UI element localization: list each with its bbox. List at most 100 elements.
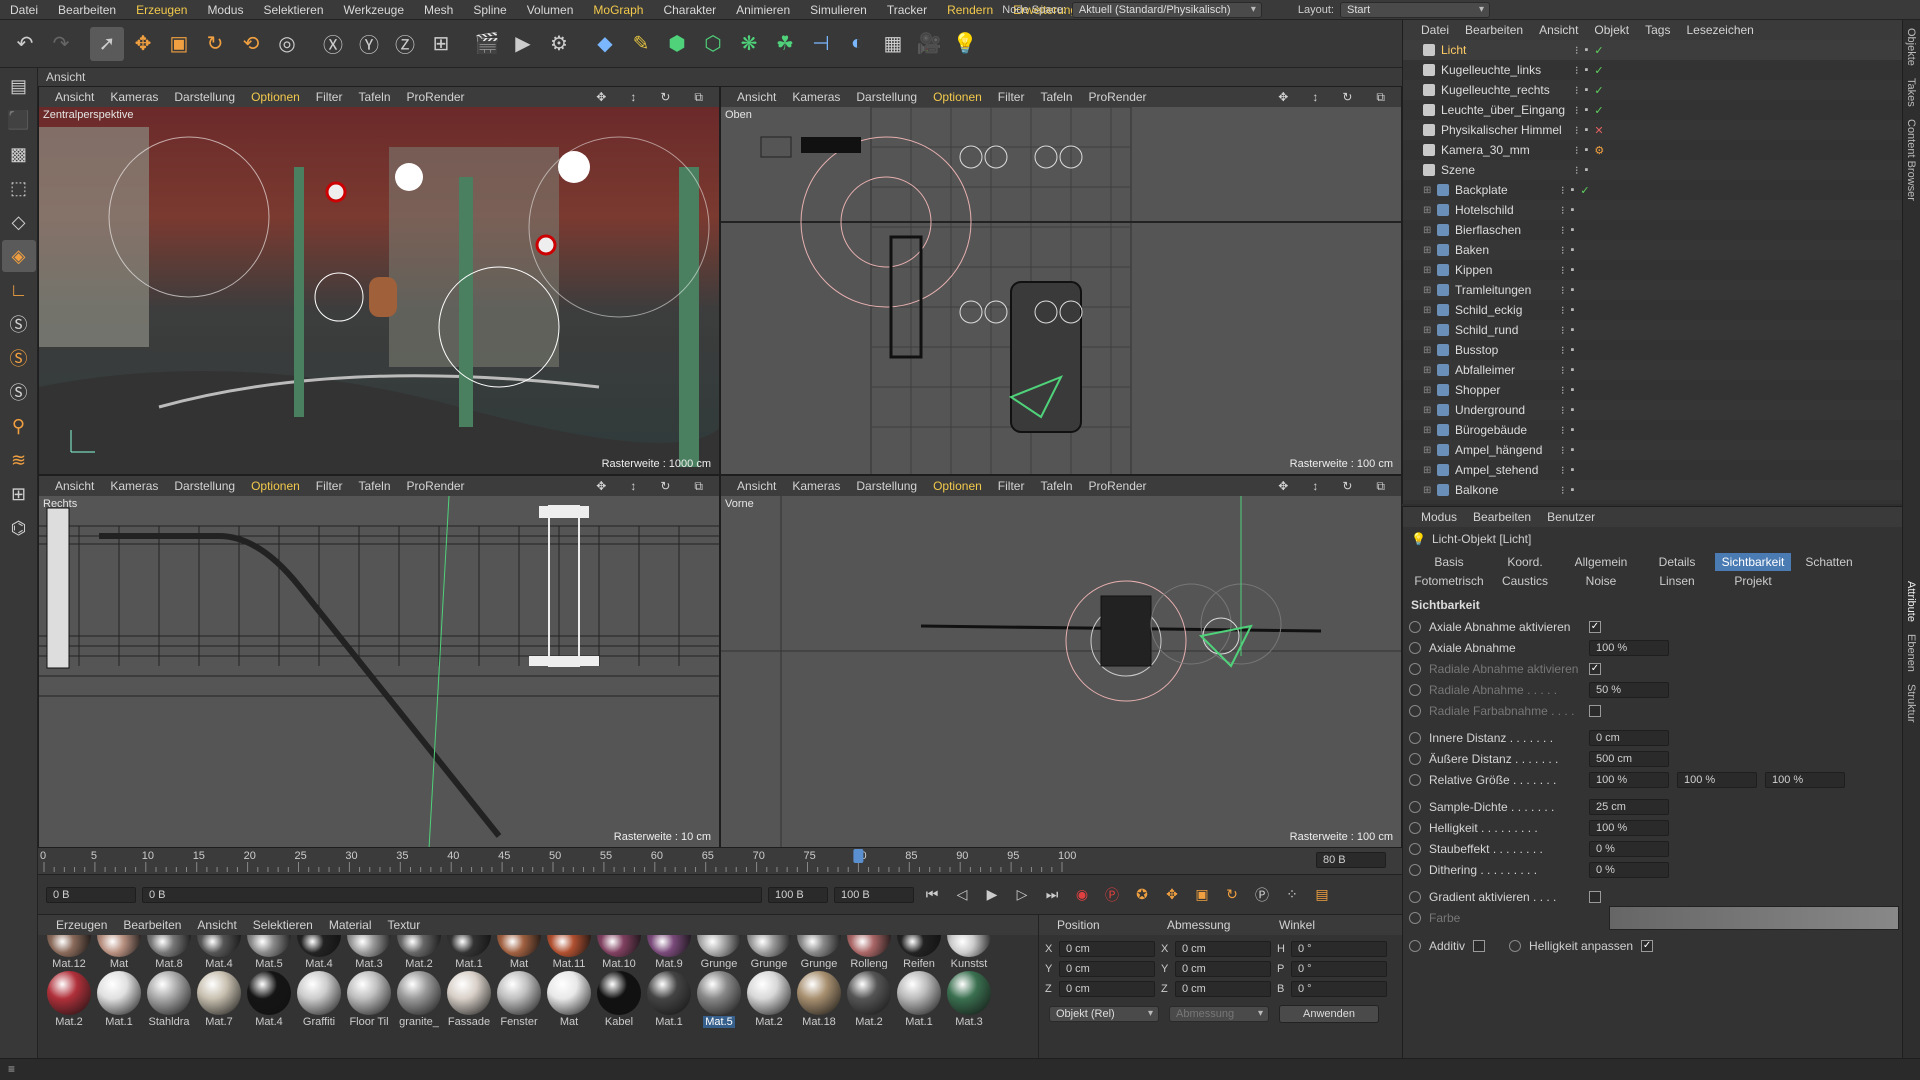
animation-radio[interactable] (1409, 842, 1421, 855)
object-row[interactable]: ⊞ Balkone ⁝ ▪ (1403, 480, 1902, 500)
material-swatch[interactable]: Reifen (895, 935, 943, 969)
visibility-dots-icon[interactable]: ⁝ (1561, 204, 1565, 217)
material-menu-item[interactable]: Ansicht (189, 918, 244, 932)
expand-icon[interactable]: ⊞ (1423, 385, 1435, 396)
viewport-canvas[interactable]: Rechts Rasterweite : 10 cm (39, 496, 719, 847)
object-row[interactable]: ⊞ Schild_eckig ⁝ ▪ (1403, 300, 1902, 320)
coord-size-field[interactable]: 0 cm (1175, 961, 1271, 977)
object-row[interactable]: ⊞ Schild_rund ⁝ ▪ (1403, 320, 1902, 340)
menu-3[interactable]: Modus (197, 0, 253, 20)
material-swatch[interactable]: Mat (495, 935, 543, 969)
move-tool-icon[interactable]: ✥ (126, 27, 160, 61)
pan-icon[interactable]: ✥ (588, 479, 614, 494)
expand-icon[interactable]: ⊞ (1423, 425, 1435, 436)
workplane-snap-icon[interactable]: Ⓢ (2, 376, 36, 408)
material-swatch[interactable]: Mat.1 (645, 971, 693, 1028)
lock-workplane-icon[interactable]: ⌬ (2, 512, 36, 544)
object-row[interactable]: ⊞ Underground ⁝ ▪ (1403, 400, 1902, 420)
tab-schatten[interactable]: Schatten (1791, 553, 1867, 571)
undo-icon[interactable]: ↶ (8, 27, 42, 61)
layer-icon[interactable]: ▪ (1585, 124, 1589, 137)
coord-position-field[interactable]: 0 cm (1059, 961, 1155, 977)
expand-icon[interactable]: ⊞ (1423, 205, 1435, 216)
layout-dropdown[interactable]: Start (1340, 2, 1490, 18)
side-tab[interactable]: Content Browser (1905, 119, 1917, 201)
material-swatch[interactable]: Kabel (595, 971, 643, 1028)
viewport-menu-item[interactable]: Tafeln (1032, 90, 1080, 104)
coord-rotation-field[interactable]: 0 ° (1291, 941, 1387, 957)
menu-4[interactable]: Selektieren (253, 0, 333, 20)
pan-icon[interactable]: ✥ (588, 90, 614, 105)
render-region-icon[interactable]: 🎬 (470, 27, 504, 61)
live-select-icon[interactable]: ◎ (270, 27, 304, 61)
viewport-menu-item[interactable]: Darstellung (848, 479, 925, 493)
enabled-check-icon[interactable]: ✓ (1594, 64, 1603, 77)
material-menu-item[interactable]: Erzeugen (48, 918, 115, 932)
make-editable-icon[interactable]: ▤ (2, 70, 36, 102)
keyframe-selection-icon[interactable]: ✪ (1130, 883, 1154, 907)
goto-start-icon[interactable]: ⏮ (920, 883, 944, 907)
gradient-swatch[interactable] (1609, 905, 1899, 930)
animation-radio[interactable] (1409, 821, 1421, 834)
animation-radio[interactable] (1409, 662, 1421, 675)
tab-noise[interactable]: Noise (1563, 572, 1639, 590)
layer-icon[interactable]: ▪ (1571, 284, 1575, 297)
maximize-icon[interactable]: ⧉ (686, 479, 711, 494)
layer-icon[interactable]: ▪ (1571, 304, 1575, 317)
tab-basis[interactable]: Basis (1411, 553, 1487, 571)
visibility-dots-icon[interactable]: ⁝ (1561, 464, 1565, 477)
attribute-field[interactable]: 100 % (1589, 639, 1669, 656)
menu-0[interactable]: Datei (0, 0, 48, 20)
material-swatch[interactable]: Mat.12 (45, 935, 93, 969)
viewport-menu-item[interactable]: Darstellung (848, 90, 925, 104)
object-menu-item[interactable]: Ansicht (1531, 23, 1586, 37)
object-row[interactable]: ⊞ Bürogebäude ⁝ ▪ (1403, 420, 1902, 440)
object-row[interactable]: Kamera_30_mm ⁝ ▪ ⚙ (1403, 140, 1902, 160)
tab-sichtbarkeit[interactable]: Sichtbarkeit (1715, 553, 1791, 571)
viewport-menu-item[interactable]: Tafeln (350, 90, 398, 104)
visibility-dots-icon[interactable]: ⁝ (1561, 304, 1565, 317)
material-swatch[interactable]: Fenster (495, 971, 543, 1028)
menu-13[interactable]: Tracker (877, 0, 937, 20)
viewport-canvas[interactable]: Vorne Rasterweite : 100 cm (721, 496, 1401, 847)
play-icon[interactable]: ▶ (980, 883, 1004, 907)
zoom-icon[interactable]: ↕ (622, 90, 644, 105)
object-menu-item[interactable]: Datei (1413, 23, 1457, 37)
attribute-menu-item[interactable]: Modus (1413, 510, 1465, 524)
rotate-tool-icon[interactable]: ↻ (198, 27, 232, 61)
material-swatch[interactable]: Mat.2 (845, 971, 893, 1028)
visibility-dots-icon[interactable]: ⁝ (1561, 244, 1565, 257)
texture-mode-icon[interactable]: ▩ (2, 138, 36, 170)
viewport-perspective[interactable]: Ansicht Kameras Darstellung Optionen Filter T… (38, 86, 720, 475)
menu-8[interactable]: Volumen (517, 0, 584, 20)
coord-size-field[interactable]: 0 cm (1175, 941, 1271, 957)
tab-fotometrisch[interactable]: Fotometrisch (1411, 572, 1487, 590)
animation-radio[interactable] (1409, 911, 1421, 924)
object-row[interactable]: ⊞ Ampel_hängend ⁝ ▪ (1403, 440, 1902, 460)
material-swatch[interactable]: Rolleng (845, 935, 893, 969)
material-swatch[interactable]: Floor Til (345, 971, 393, 1028)
viewport-menu-item[interactable]: Filter (990, 90, 1033, 104)
object-row[interactable]: Szene ⁝ ▪ (1403, 160, 1902, 180)
material-swatch[interactable]: Mat.1 (95, 971, 143, 1028)
goto-end-icon[interactable]: ⏭ (1040, 883, 1064, 907)
material-swatch[interactable]: Graffiti (295, 971, 343, 1028)
object-row[interactable]: Leuchte_über_Eingang ⁝ ▪ ✓ (1403, 100, 1902, 120)
animation-radio[interactable] (1409, 890, 1421, 903)
material-swatch[interactable]: Mat.18 (795, 971, 843, 1028)
material-swatch[interactable]: Mat.5 (245, 935, 293, 969)
next-key-icon[interactable]: ▷ (1010, 883, 1034, 907)
workplane-icon[interactable]: ≋ (2, 444, 36, 476)
render-settings-icon[interactable]: ⚙ (542, 27, 576, 61)
status-menu-icon[interactable]: ≡ (8, 1062, 15, 1076)
expand-icon[interactable]: ⊞ (1423, 465, 1435, 476)
attribute-field[interactable]: 25 cm (1589, 798, 1669, 815)
menu-14[interactable]: Rendern (937, 0, 1003, 20)
zoom-icon[interactable]: ↕ (1304, 90, 1326, 105)
end-frame-field[interactable]: 100 B (834, 886, 914, 903)
expand-icon[interactable]: ⊞ (1423, 445, 1435, 456)
cloner-icon[interactable]: ❋ (732, 27, 766, 61)
attribute-field[interactable]: 50 % (1589, 681, 1669, 698)
key-position-icon[interactable]: ✥ (1160, 883, 1184, 907)
material-menu-item[interactable]: Textur (380, 918, 429, 932)
